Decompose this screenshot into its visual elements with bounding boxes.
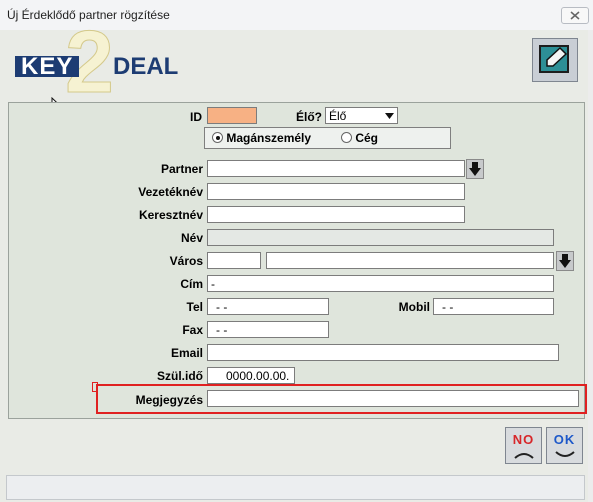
- partner-label: Partner: [160, 162, 203, 176]
- note-field[interactable]: [207, 390, 579, 407]
- radio-company[interactable]: Cég: [341, 131, 378, 145]
- partner-dropdown-button[interactable]: [466, 159, 484, 179]
- fax-label: Fax: [182, 323, 203, 337]
- alive-label: Élő?: [296, 110, 322, 124]
- close-button[interactable]: [561, 7, 589, 24]
- lastname-label: Vezetéknév: [138, 185, 203, 199]
- email-field[interactable]: [207, 344, 559, 361]
- tel-label: Tel: [186, 300, 203, 314]
- email-label: Email: [170, 346, 203, 360]
- note-highlight-corner: [92, 382, 98, 392]
- edit-icon: [539, 45, 569, 73]
- close-icon: [570, 11, 580, 20]
- radio-person[interactable]: Magánszemély: [212, 131, 311, 145]
- mobile-label: Mobil: [398, 300, 430, 314]
- id-label: ID: [190, 110, 202, 124]
- birth-label: Szül.idő: [157, 369, 203, 383]
- arrow-down-icon: [469, 162, 481, 176]
- sad-face-icon: [513, 453, 534, 459]
- radio-person-label: Magánszemély: [226, 131, 312, 145]
- city-label: Város: [169, 254, 203, 268]
- birth-field[interactable]: 0000.00.00.: [207, 367, 295, 384]
- radio-person-dot[interactable]: [212, 132, 223, 143]
- ok-button[interactable]: OK: [546, 427, 583, 464]
- smile-face-icon: [554, 451, 575, 457]
- address-field[interactable]: -: [207, 275, 554, 292]
- city-zip-field[interactable]: [207, 252, 261, 269]
- firstname-label: Keresztnév: [138, 208, 203, 222]
- name-field: [207, 229, 554, 246]
- id-field[interactable]: [207, 107, 257, 124]
- fax-field[interactable]: - -: [207, 321, 329, 338]
- no-label: NO: [512, 432, 535, 447]
- alive-value: Élő: [329, 109, 347, 123]
- tel-field[interactable]: - -: [207, 298, 329, 315]
- radio-company-dot[interactable]: [341, 132, 352, 143]
- arrow-down-icon: [559, 254, 571, 268]
- alive-select[interactable]: Élő: [325, 107, 398, 124]
- city-dropdown-button[interactable]: [556, 251, 574, 271]
- logo-deal: DEAL: [113, 53, 179, 80]
- address-label: Cím: [180, 277, 203, 291]
- lastname-field[interactable]: [207, 183, 465, 200]
- window-edge: [588, 30, 593, 502]
- edit-button[interactable]: [532, 38, 578, 82]
- no-button[interactable]: NO: [505, 427, 542, 464]
- name-label: Név: [180, 231, 203, 245]
- city-field[interactable]: [266, 252, 554, 269]
- mobile-field[interactable]: - -: [433, 298, 554, 315]
- status-bar: [6, 475, 585, 500]
- note-label: Megjegyzés: [135, 393, 203, 407]
- ok-label: OK: [553, 432, 576, 447]
- partner-field[interactable]: [207, 160, 465, 177]
- radio-company-label: Cég: [355, 131, 379, 145]
- chevron-down-icon: [385, 113, 394, 119]
- firstname-field[interactable]: [207, 206, 465, 223]
- logo-key: KEY: [15, 55, 80, 79]
